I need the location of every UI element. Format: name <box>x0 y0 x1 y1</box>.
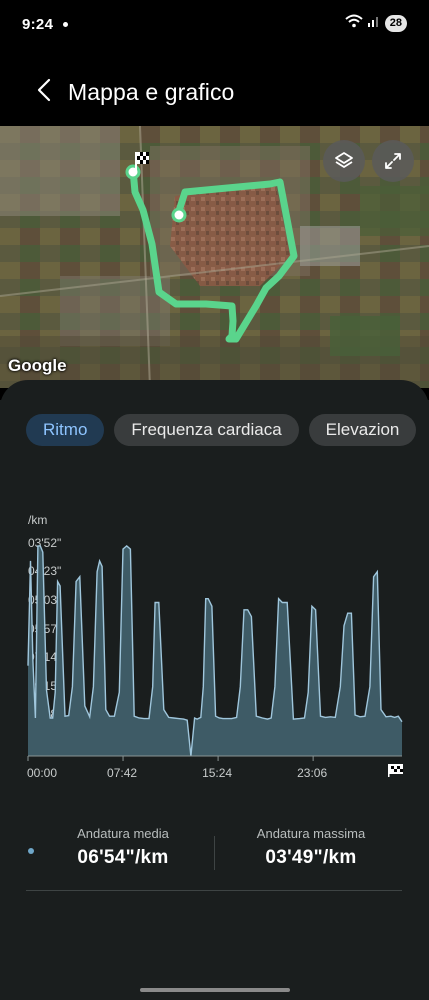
finish-flag-icon <box>388 764 403 777</box>
x-axis-ticks: 00:00 07:42 15:24 23:06 <box>27 756 327 780</box>
route-map[interactable]: Google <box>0 126 429 388</box>
y-axis-unit-label: /km <box>28 513 47 527</box>
pace-stats: Andatura media 06'54"/km Andatura massim… <box>26 826 402 886</box>
max-pace-value: 03'49"/km <box>265 847 357 868</box>
tab-elevazione[interactable]: Elevazion <box>308 414 417 446</box>
route-end-marker <box>125 164 141 180</box>
y-tick-label: 03'52" <box>28 536 61 550</box>
back-button[interactable] <box>24 72 64 112</box>
signal-icon <box>367 14 381 33</box>
notification-dot-icon <box>63 21 69 27</box>
pace-area-fill <box>28 545 402 756</box>
x-tick-label: 15:24 <box>202 766 232 780</box>
y-tick-label: 04'23" <box>28 564 61 578</box>
average-pace-value: 06'54"/km <box>77 847 169 868</box>
page-title: Mappa e grafico <box>68 78 235 105</box>
map-layers-button[interactable] <box>323 140 365 182</box>
x-tick-label: 23:06 <box>297 766 327 780</box>
google-attribution: Google <box>8 356 67 375</box>
x-tick-label: 00:00 <box>27 766 57 780</box>
max-pace-label: Andatura massima <box>256 826 366 841</box>
expand-icon <box>383 151 403 171</box>
layers-icon <box>333 150 355 172</box>
map-expand-button[interactable] <box>372 140 414 182</box>
wifi-icon <box>345 14 363 33</box>
battery-badge: 28 <box>384 15 407 32</box>
pace-legend-dot <box>28 848 34 854</box>
average-pace-label: Andatura media <box>77 826 169 841</box>
pace-chart[interactable]: /km 03'52"04'23"05'03"05'57"07'14"09'15"… <box>0 500 429 790</box>
status-time: 9:24 <box>22 15 54 33</box>
stats-bottom-divider <box>26 890 402 891</box>
route-start-marker <box>171 207 187 223</box>
tab-frequenza-cardiaca[interactable]: Frequenza cardiaca <box>114 414 299 446</box>
home-indicator[interactable] <box>140 988 290 992</box>
tab-ritmo[interactable]: Ritmo <box>26 414 105 446</box>
back-arrow-icon <box>37 78 51 107</box>
max-pace-stat: Andatura massima 03'49"/km <box>236 826 386 869</box>
satellite-map-image <box>0 126 429 388</box>
status-bar: 9:24 28 <box>0 0 429 48</box>
metric-tabs: Ritmo Frequenza cardiaca Elevazion <box>26 414 417 446</box>
stats-divider <box>214 836 215 870</box>
app-bar: Mappa e grafico <box>0 60 429 124</box>
x-tick-label: 07:42 <box>107 766 137 780</box>
average-pace-stat: Andatura media 06'54"/km <box>48 826 198 869</box>
status-icons: 28 <box>345 14 407 33</box>
